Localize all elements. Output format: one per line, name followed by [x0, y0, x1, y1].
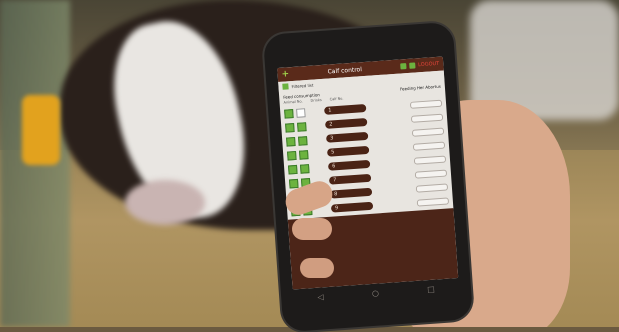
finger — [292, 218, 332, 240]
row-checkbox[interactable] — [299, 163, 310, 174]
filter-checkbox[interactable] — [282, 83, 289, 90]
app-title: Calf control — [327, 65, 363, 76]
row-checkbox[interactable] — [288, 178, 299, 188]
phone-screen: + Calf control LOGOUT Filtered list Feed… — [277, 56, 459, 290]
calf-number-pill[interactable]: 7 — [328, 173, 372, 185]
feeding-bar — [409, 99, 443, 109]
plus-icon[interactable]: + — [281, 69, 289, 80]
message-icon[interactable] — [400, 63, 407, 70]
row-checkbox[interactable] — [285, 122, 295, 133]
calf-number-pill[interactable]: 5 — [326, 145, 370, 157]
logout-button[interactable]: LOGOUT — [418, 61, 439, 68]
row-checkbox[interactable] — [284, 108, 294, 119]
cow-nose — [125, 180, 205, 225]
feeding-bar — [414, 168, 448, 179]
filter-label: Filtered list — [291, 82, 314, 89]
calf-number-pill[interactable]: 8 — [329, 187, 373, 199]
calf-number-pill[interactable]: 9 — [330, 201, 374, 213]
column-header: Drinks — [310, 98, 322, 103]
refresh-icon[interactable] — [409, 62, 416, 69]
recents-icon[interactable]: □ — [427, 284, 435, 294]
feeding-bar — [412, 141, 446, 151]
calf-number-pill[interactable]: 6 — [327, 159, 371, 171]
row-checkbox[interactable] — [298, 149, 309, 160]
row-checkbox[interactable] — [286, 136, 296, 147]
ear-tag — [22, 95, 60, 165]
smartphone: + Calf control LOGOUT Filtered list Feed… — [262, 21, 474, 332]
feeding-bar — [410, 113, 444, 123]
finger — [300, 258, 334, 278]
row-checkbox[interactable] — [297, 135, 308, 146]
calf-number-pill[interactable]: 1 — [324, 103, 367, 115]
row-checkbox[interactable] — [286, 150, 297, 161]
home-icon[interactable]: ○ — [372, 288, 380, 297]
row-checkbox[interactable] — [287, 164, 298, 175]
row-checkbox[interactable] — [296, 107, 306, 118]
feeding-bar — [416, 196, 450, 207]
feeding-bar — [411, 127, 445, 137]
calf-number-pill[interactable]: 2 — [324, 117, 368, 129]
row-checkbox[interactable] — [297, 121, 307, 132]
feeding-bar — [415, 182, 449, 193]
feeding-bar — [413, 155, 447, 165]
back-icon[interactable]: ◁ — [317, 292, 324, 301]
calf-number-pill[interactable]: 3 — [325, 131, 369, 143]
